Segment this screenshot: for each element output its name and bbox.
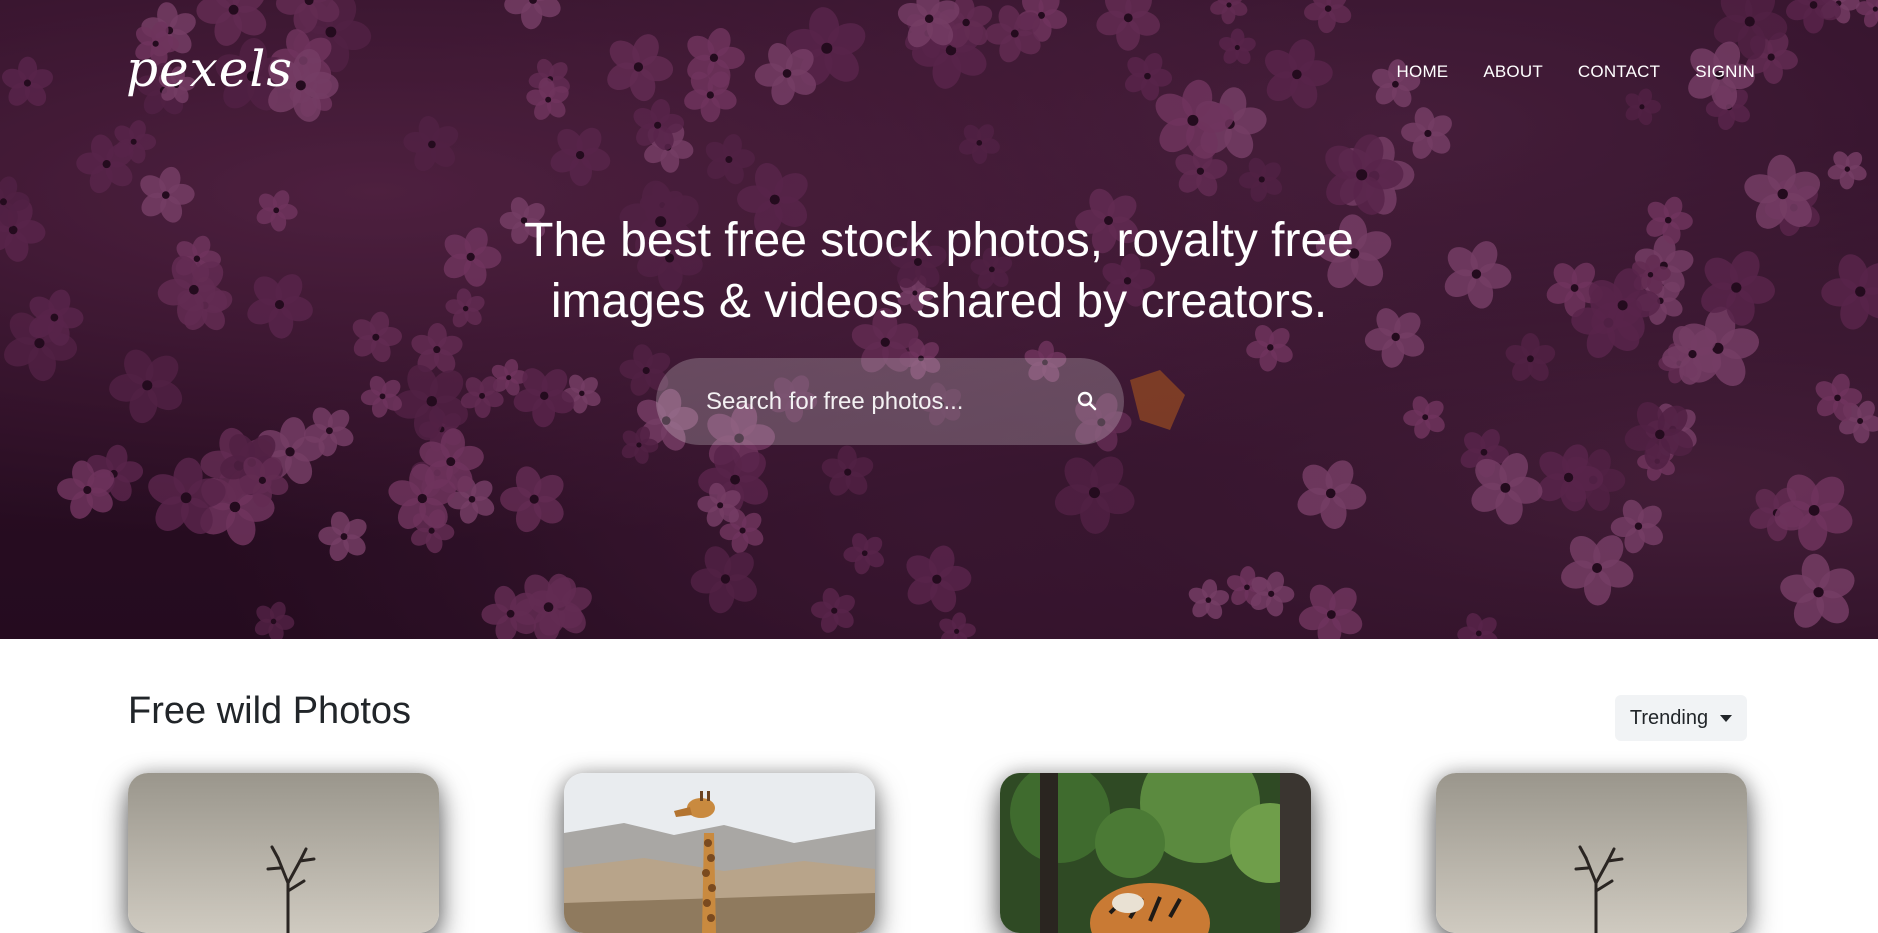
search-input[interactable] [704,386,1044,417]
sort-dropdown-label: Trending [1629,706,1709,729]
sort-dropdown[interactable]: Trending [1615,695,1747,741]
search-bar [656,358,1124,445]
photo-card[interactable] [128,773,439,933]
photo-tiger [1000,773,1311,933]
nav-signin-link[interactable]: SIGNIN [1695,62,1755,82]
photo-giraffe [564,773,875,933]
hero-headline-line-1: The best free stock photos, royalty free [524,214,1354,267]
nav-about-link[interactable]: ABOUT [1483,62,1543,82]
hero-banner: pexels HOME ABOUT CONTACT SIGNIN The bes… [0,0,1878,639]
photo-card[interactable] [564,773,875,933]
photo-card[interactable] [1000,773,1311,933]
nav-home-link[interactable]: HOME [1397,62,1449,82]
hero-headline: The best free stock photos, royalty free… [0,210,1878,332]
photo-bare-tree [1436,773,1747,933]
search-icon[interactable] [1076,390,1098,412]
nav-contact-link[interactable]: CONTACT [1578,62,1660,82]
hero-headline-line-2: images & videos shared by creators. [550,275,1328,328]
caret-down-icon [1720,714,1733,722]
pexels-logo[interactable]: pexels [126,40,293,98]
photo-bare-tree [128,773,439,933]
section-title: Free wild Photos [128,690,412,732]
main-nav: HOME ABOUT CONTACT SIGNIN [1397,62,1755,82]
photo-card[interactable] [1436,773,1747,933]
